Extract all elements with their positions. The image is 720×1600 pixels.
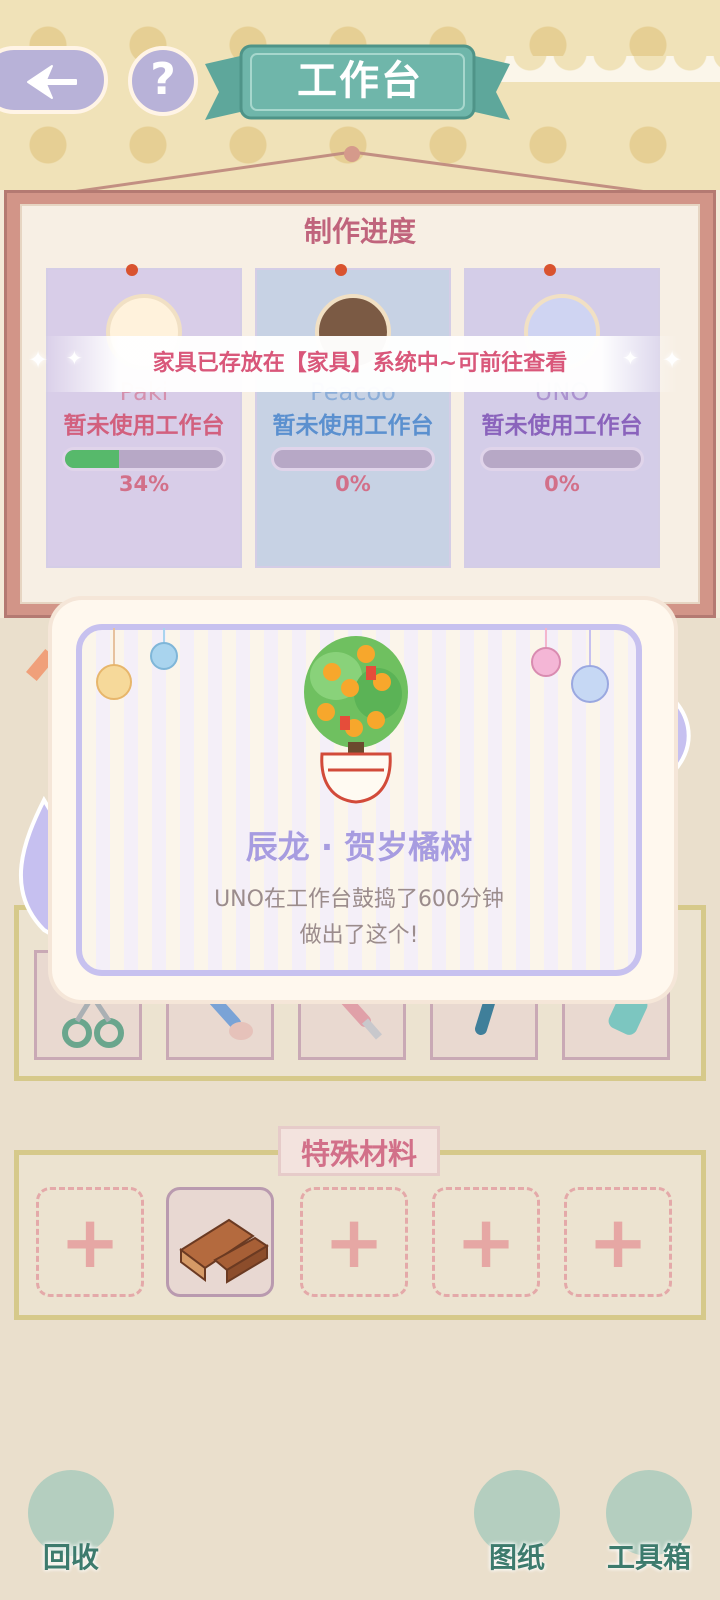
special-materials-title: 特殊材料 bbox=[278, 1126, 440, 1176]
wood-planks-icon bbox=[179, 1218, 269, 1284]
toolbox-label: 工具箱 bbox=[606, 1541, 691, 1574]
progress-fill bbox=[65, 450, 119, 468]
toast-message: 家具已存放在【家具】系统中~可前往查看 bbox=[152, 351, 568, 376]
material-slot-add[interactable]: + bbox=[36, 1187, 144, 1297]
plus-icon: + bbox=[587, 1200, 649, 1284]
progress-bar bbox=[62, 447, 226, 471]
page-title: 工作台 bbox=[297, 58, 423, 104]
progress-section-title: 制作进度 bbox=[303, 215, 416, 248]
progress-bar bbox=[480, 447, 644, 471]
plus-icon: + bbox=[455, 1200, 517, 1284]
progress-percent: 0% bbox=[335, 472, 371, 496]
toolbox-button[interactable]: 工具箱 bbox=[584, 1470, 714, 1590]
character-card-paki[interactable]: Paki 暂未使用工作台 34% bbox=[46, 264, 242, 568]
item-description: UNO在工作台鼓捣了600分钟 做出了这个! bbox=[76, 882, 642, 954]
pin-icon bbox=[544, 264, 556, 276]
character-card-uno[interactable]: UNO 暂未使用工作台 0% bbox=[464, 264, 660, 568]
character-card-peacoo[interactable]: Peacoo 暂未使用工作台 0% bbox=[255, 264, 451, 568]
help-button[interactable]: ? bbox=[128, 46, 198, 116]
tangerine-tree-icon bbox=[304, 636, 408, 804]
recycle-label: 回收 bbox=[42, 1541, 99, 1574]
back-arrow-icon bbox=[27, 65, 77, 99]
material-slot-add[interactable]: + bbox=[564, 1187, 672, 1297]
back-button[interactable] bbox=[0, 46, 108, 114]
plus-icon: + bbox=[323, 1200, 385, 1284]
item-name: 辰龙 · 贺岁橘树 bbox=[245, 828, 473, 866]
blueprint-label: 图纸 bbox=[488, 1541, 545, 1574]
workbench-status: 暂未使用工作台 bbox=[481, 413, 643, 439]
sparkle-icon: ✦ bbox=[28, 346, 49, 374]
workbench-status: 暂未使用工作台 bbox=[63, 413, 225, 439]
progress-percent: 0% bbox=[544, 472, 580, 496]
description-line-1: UNO在工作台鼓捣了600分钟 bbox=[214, 887, 504, 912]
progress-bar bbox=[271, 447, 435, 471]
material-slot-add[interactable]: + bbox=[300, 1187, 408, 1297]
material-slot-add[interactable]: + bbox=[432, 1187, 540, 1297]
workbench-status: 暂未使用工作台 bbox=[272, 413, 434, 439]
recycle-button[interactable]: 回收 bbox=[6, 1470, 136, 1590]
sparkle-icon: ✦ bbox=[66, 346, 83, 370]
pin-icon bbox=[126, 264, 138, 276]
plus-icon: + bbox=[59, 1200, 121, 1284]
sparkle-icon: ✦ bbox=[662, 346, 683, 374]
material-slot-wood[interactable] bbox=[166, 1187, 274, 1297]
board-hanging-string bbox=[58, 146, 662, 196]
progress-percent: 34% bbox=[118, 472, 170, 496]
pin-icon bbox=[335, 264, 347, 276]
blueprint-button[interactable]: 图纸 bbox=[452, 1470, 582, 1590]
description-line-2: 做出了这个! bbox=[299, 923, 419, 948]
sparkle-icon: ✦ bbox=[622, 346, 639, 370]
